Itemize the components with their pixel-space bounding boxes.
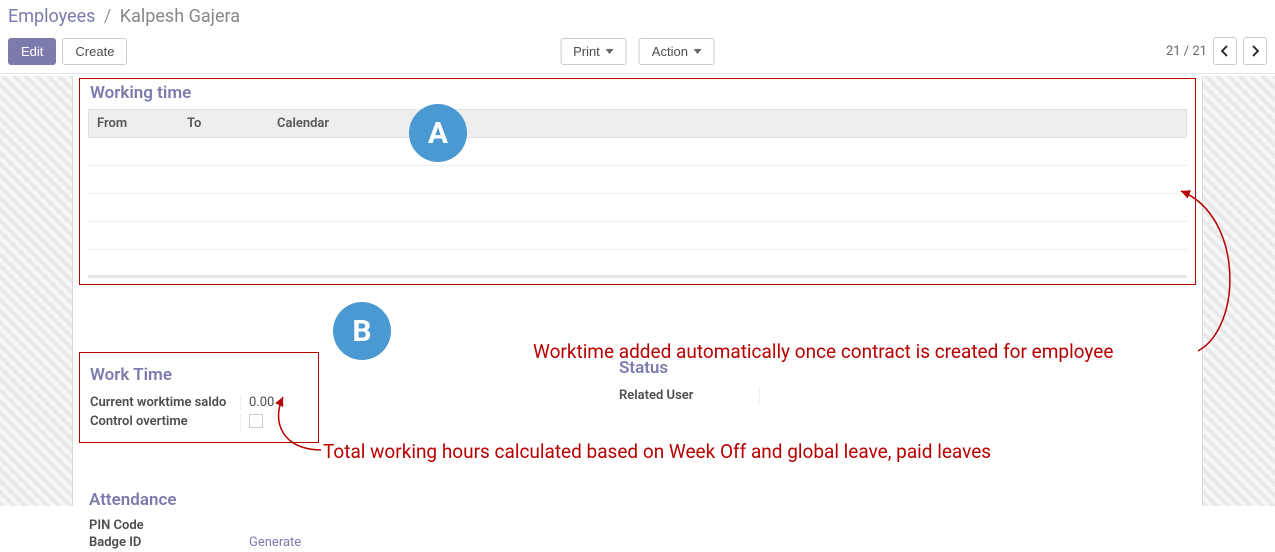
breadcrumb-current: Kalpesh Gajera [120, 6, 240, 27]
related-user-label: Related User [619, 388, 759, 403]
related-user-value [759, 388, 768, 403]
overtime-checkbox[interactable] [249, 414, 263, 428]
table-row [88, 138, 1187, 166]
control-bar: Edit Create Print Action 21 / 21 [0, 33, 1275, 74]
edit-button[interactable]: Edit [8, 38, 56, 65]
chevron-down-icon [694, 49, 702, 54]
pager: 21 / 21 [1166, 37, 1267, 65]
chevron-left-icon [1221, 45, 1229, 57]
breadcrumb-separator: / [104, 6, 111, 27]
attendance-section: Attendance PIN Code Badge ID Generate [89, 484, 301, 550]
form-sheet: Working time From To Calendar Work Time … [72, 76, 1203, 506]
create-button[interactable]: Create [62, 38, 127, 65]
chevron-down-icon [606, 49, 614, 54]
col-from: From [89, 110, 179, 137]
print-button[interactable]: Print [560, 38, 627, 65]
table-row [88, 250, 1187, 278]
table-row [88, 222, 1187, 250]
table-row [88, 194, 1187, 222]
overtime-label: Control overtime [90, 414, 240, 432]
attendance-title: Attendance [89, 484, 301, 516]
print-button-label: Print [573, 44, 600, 59]
breadcrumb-parent-link[interactable]: Employees [8, 6, 95, 27]
annotation-arrow-1 [1173, 186, 1253, 366]
action-button[interactable]: Action [639, 38, 715, 65]
status-section: Status Related User [619, 352, 768, 443]
chevron-right-icon [1251, 45, 1259, 57]
working-time-section: Working time From To Calendar [79, 78, 1196, 285]
badge-generate-link[interactable]: Generate [249, 535, 301, 550]
pager-next-button[interactable] [1243, 37, 1267, 65]
pin-label: PIN Code [89, 518, 249, 533]
saldo-label: Current worktime saldo [90, 395, 240, 410]
working-time-table: From To Calendar [88, 109, 1187, 278]
working-time-title: Working time [80, 79, 1195, 109]
table-row [88, 166, 1187, 194]
table-header: From To Calendar [88, 109, 1187, 138]
annotation-marker-b: B [333, 302, 391, 360]
annotation-text-2: Total working hours calculated based on … [323, 440, 991, 463]
annotation-marker-a: A [409, 104, 467, 162]
pager-prev-button[interactable] [1213, 37, 1237, 65]
breadcrumb: Employees / Kalpesh Gajera [0, 0, 1275, 33]
badge-label: Badge ID [89, 535, 249, 550]
col-calendar: Calendar [269, 110, 1186, 137]
background-hatch [0, 76, 72, 506]
pager-text: 21 / 21 [1166, 44, 1207, 59]
action-button-label: Action [652, 44, 688, 59]
col-to: To [179, 110, 269, 137]
annotation-text-1: Worktime added automatically once contra… [533, 340, 1113, 363]
work-time-title: Work Time [90, 359, 308, 391]
